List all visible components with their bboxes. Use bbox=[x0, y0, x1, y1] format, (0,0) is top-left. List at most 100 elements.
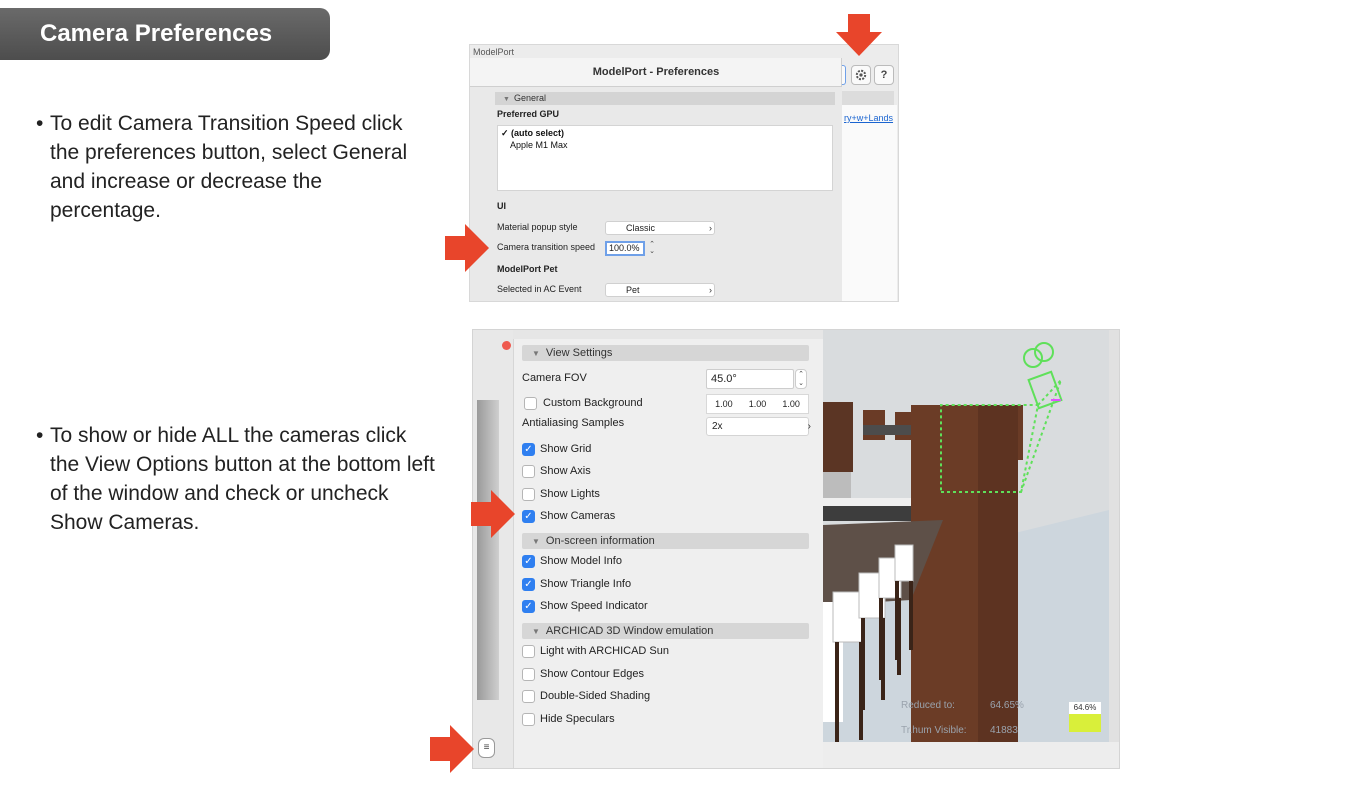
speed-indicator-bar bbox=[1069, 714, 1101, 732]
view-settings-screenshot: ≡ ▼ View Settings Camera FOV 45.0° ⌃ ⌄ Cus… bbox=[472, 329, 1120, 769]
disclosure-triangle-icon: ▼ bbox=[532, 537, 540, 546]
hide-speculars-label: Hide Speculars bbox=[540, 713, 615, 725]
show-speed-indicator-row[interactable]: ✓ Show Speed Indicator bbox=[522, 598, 648, 614]
show-cameras-row[interactable]: ✓ Show Cameras bbox=[522, 508, 615, 524]
camera-speed-input[interactable]: 100.0% bbox=[605, 241, 645, 256]
preferences-button[interactable] bbox=[851, 65, 871, 85]
checkbox-checked[interactable]: ✓ bbox=[522, 577, 535, 591]
menu-icon: ≡ bbox=[483, 742, 490, 753]
double-sided-shading-label: Double-Sided Shading bbox=[540, 690, 651, 702]
section-onscreen-info[interactable]: ▼ On-screen information bbox=[522, 533, 809, 549]
light-archicad-sun-row[interactable]: Light with ARCHICAD Sun bbox=[522, 643, 669, 659]
bullet-text: To edit Camera Transition Speed click th… bbox=[50, 112, 408, 222]
help-button[interactable]: ? bbox=[874, 65, 894, 85]
preferred-gpu-label: Preferred GPU bbox=[497, 109, 560, 119]
arrow-right-icon bbox=[471, 490, 515, 538]
checkbox-checked[interactable]: ✓ bbox=[522, 509, 535, 523]
checkbox[interactable] bbox=[522, 689, 535, 703]
show-model-info-label: Show Model Info bbox=[540, 555, 622, 567]
light-archicad-sun-label: Light with ARCHICAD Sun bbox=[540, 645, 669, 657]
window-left-edge: ≡ bbox=[473, 330, 513, 768]
double-sided-shading-row[interactable]: Double-Sided Shading bbox=[522, 688, 650, 704]
show-lights-row[interactable]: Show Lights bbox=[522, 486, 600, 502]
gpu-list[interactable]: ✓ (auto select) Apple M1 Max bbox=[497, 125, 833, 191]
show-grid-row[interactable]: ✓ Show Grid bbox=[522, 441, 591, 457]
checkbox[interactable] bbox=[522, 644, 535, 658]
ghost-reduced-label: Reduced to: bbox=[901, 700, 955, 711]
bullet-show-cameras: • To show or hide ALL the cameras click … bbox=[36, 421, 436, 537]
kitchen-scene-image bbox=[823, 330, 1109, 742]
camera-fov-stepper[interactable]: ⌃ ⌄ bbox=[795, 369, 807, 389]
speed-indicator-value: 64.6% bbox=[1069, 702, 1101, 714]
show-axis-label: Show Axis bbox=[540, 465, 591, 477]
section-onscreen-label: On-screen information bbox=[545, 535, 655, 547]
custom-background-checkbox-row[interactable]: Custom Background bbox=[524, 395, 643, 411]
disclosure-triangle-icon: ▼ bbox=[503, 96, 510, 103]
selected-event-select[interactable]: Pet › bbox=[605, 283, 715, 297]
background-link[interactable]: ry+w+Lands bbox=[844, 113, 893, 123]
close-button[interactable] bbox=[502, 341, 511, 350]
bullet-text: To show or hide ALL the cameras click th… bbox=[50, 424, 435, 534]
chevron-right-icon: › bbox=[709, 285, 712, 295]
section-view-settings-label: View Settings bbox=[545, 347, 613, 359]
disclosure-triangle-icon: ▼ bbox=[532, 349, 540, 358]
gear-icon bbox=[855, 69, 867, 81]
section-archicad[interactable]: ▼ ARCHICAD 3D Window emulation bbox=[522, 623, 809, 639]
bullet-dot: • bbox=[36, 112, 44, 135]
material-popup-value: Classic bbox=[626, 223, 656, 233]
section-general[interactable]: ▼ General bbox=[495, 92, 835, 105]
3d-viewport[interactable] bbox=[823, 330, 1109, 742]
checkbox-checked[interactable]: ✓ bbox=[522, 554, 535, 568]
gpu-option-auto[interactable]: ✓ (auto select) bbox=[501, 128, 564, 139]
slide-title: Camera Preferences bbox=[40, 20, 273, 47]
camera-fov-input[interactable]: 45.0° bbox=[706, 369, 794, 389]
scene-bottom-strip bbox=[823, 742, 1119, 768]
show-speed-indicator-label: Show Speed Indicator bbox=[540, 600, 648, 612]
scene-wall-edge bbox=[477, 400, 499, 700]
background-color-fields[interactable]: 1.00 1.00 1.00 bbox=[706, 394, 809, 414]
checkbox[interactable] bbox=[522, 667, 535, 681]
show-lights-label: Show Lights bbox=[540, 488, 600, 500]
show-grid-label: Show Grid bbox=[540, 443, 592, 455]
camera-speed-stepper[interactable]: ⌃ ⌄ bbox=[648, 241, 656, 256]
show-model-info-row[interactable]: ✓ Show Model Info bbox=[522, 553, 622, 569]
bullet-dot: • bbox=[36, 424, 44, 447]
show-contour-edges-row[interactable]: Show Contour Edges bbox=[522, 666, 644, 682]
background-toolbar-strip bbox=[842, 91, 894, 105]
preferences-screenshot: ModelPort ry+w+Lands ? ModelPort - Prefe… bbox=[469, 44, 899, 302]
material-popup-label: Material popup style bbox=[497, 222, 578, 232]
slide-title-banner: Camera Preferences bbox=[0, 8, 330, 60]
disclosure-triangle-icon: ▼ bbox=[532, 627, 540, 636]
gpu-option-m1[interactable]: Apple M1 Max bbox=[510, 140, 568, 150]
checkbox[interactable] bbox=[522, 487, 535, 501]
view-settings-panel: ▼ View Settings Camera FOV 45.0° ⌃ ⌄ Custo… bbox=[513, 339, 823, 768]
checkbox[interactable] bbox=[522, 464, 535, 478]
show-triangle-info-row[interactable]: ✓ Show Triangle Info bbox=[522, 576, 631, 592]
show-axis-row[interactable]: Show Axis bbox=[522, 463, 591, 479]
antialiasing-value: 2x bbox=[712, 421, 723, 432]
speed-indicator: 64.6% bbox=[1069, 702, 1101, 734]
material-popup-select[interactable]: Classic › bbox=[605, 221, 715, 235]
checkbox[interactable] bbox=[524, 396, 537, 410]
section-view-settings[interactable]: ▼ View Settings bbox=[522, 345, 809, 361]
chevron-right-icon: › bbox=[807, 421, 811, 432]
checkbox[interactable] bbox=[522, 712, 535, 726]
arrow-down-icon bbox=[836, 14, 882, 56]
ghost-visible-label: Tr.hum Visible: bbox=[901, 725, 967, 736]
scene-right-edge bbox=[1109, 330, 1119, 742]
background-r-value[interactable]: 1.00 bbox=[715, 399, 733, 409]
section-archicad-label: ARCHICAD 3D Window emulation bbox=[545, 625, 714, 637]
view-options-button[interactable]: ≡ bbox=[478, 738, 495, 758]
section-general-label: General bbox=[513, 93, 546, 103]
chevron-right-icon: › bbox=[709, 223, 712, 233]
antialiasing-select[interactable]: 2x › bbox=[706, 417, 811, 436]
checkbox-checked[interactable]: ✓ bbox=[522, 442, 535, 456]
background-b-value[interactable]: 1.00 bbox=[782, 399, 800, 409]
background-g-value[interactable]: 1.00 bbox=[749, 399, 767, 409]
checkbox-checked[interactable]: ✓ bbox=[522, 599, 535, 613]
show-cameras-label: Show Cameras bbox=[540, 510, 616, 522]
show-triangle-info-label: Show Triangle Info bbox=[540, 578, 632, 590]
ghost-visible-value: 41883 bbox=[990, 725, 1018, 736]
hide-speculars-row[interactable]: Hide Speculars bbox=[522, 711, 615, 727]
selected-event-label: Selected in AC Event bbox=[497, 284, 582, 294]
